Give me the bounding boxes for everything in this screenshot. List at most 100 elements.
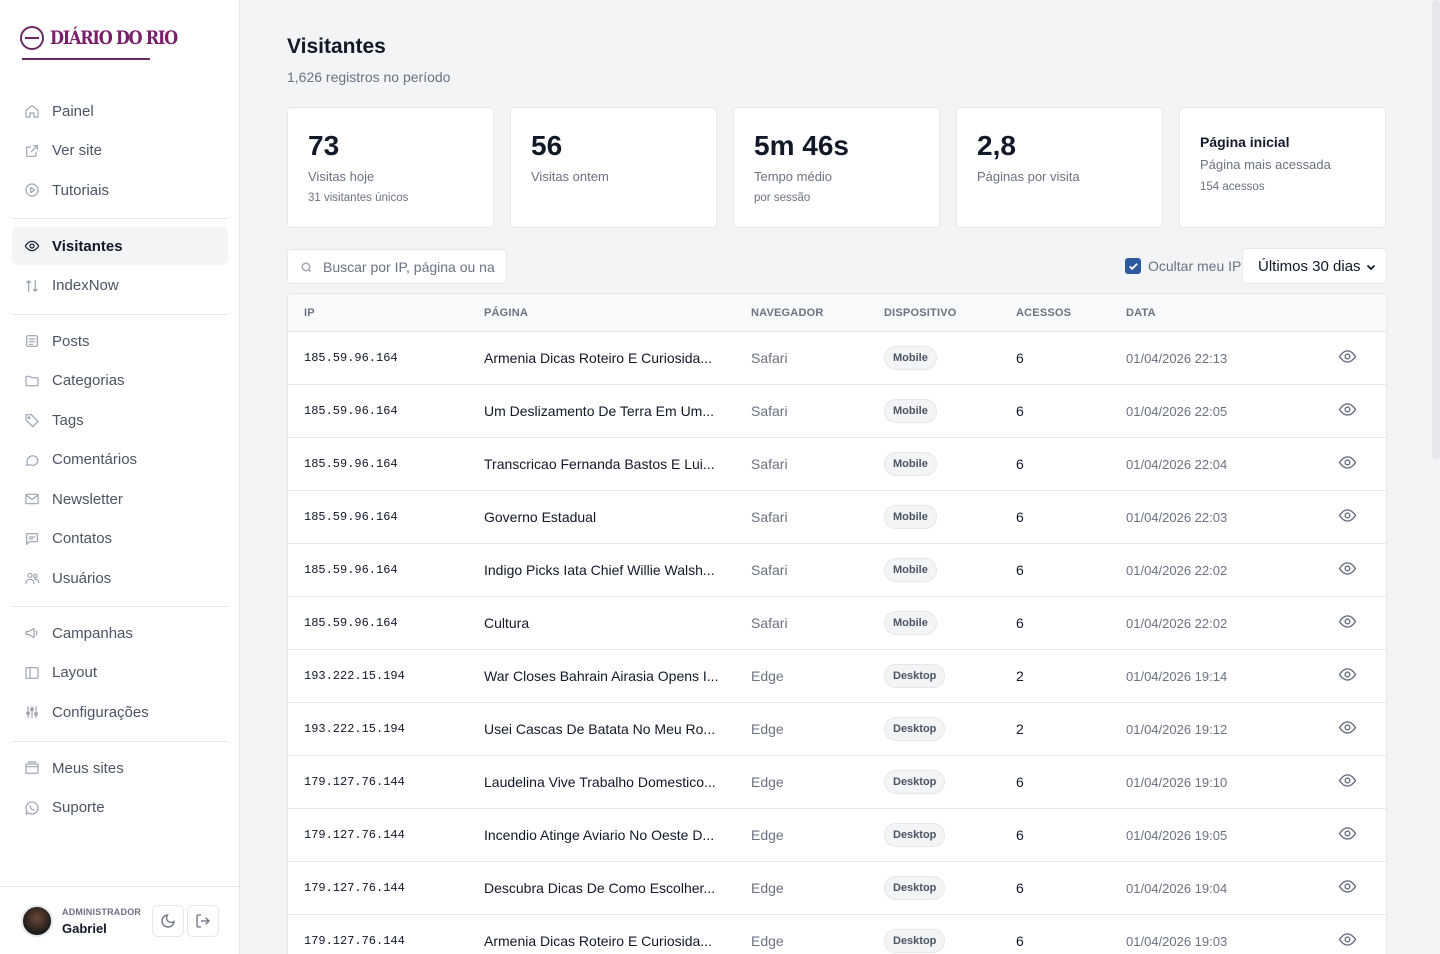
cell-accesses: 6 bbox=[1016, 456, 1024, 472]
cell-device: Desktop bbox=[884, 756, 946, 808]
sidebar-item-tutoriais[interactable]: Tutoriais bbox=[12, 171, 228, 209]
cell-device: Mobile bbox=[884, 491, 937, 543]
page-scrollbar[interactable] bbox=[1432, 0, 1440, 460]
table-row[interactable]: 193.222.15.194 War Closes Bahrain Airasia… bbox=[288, 650, 1386, 703]
cell-device: Mobile bbox=[884, 438, 937, 490]
sidebar-item-meus-sites[interactable]: Meus sites bbox=[12, 749, 228, 787]
view-details-button[interactable] bbox=[1338, 385, 1357, 437]
hide-ip-checkbox[interactable] bbox=[1125, 258, 1141, 274]
sidebar-item-usuarios[interactable]: Usuários bbox=[12, 559, 228, 597]
table-row[interactable]: 185.59.96.164 Armenia Dicas Roteiro E Cur… bbox=[288, 332, 1386, 385]
sidebar-item-layout[interactable]: Layout bbox=[12, 654, 228, 692]
eye-icon bbox=[1338, 718, 1357, 740]
cell-browser: Safari bbox=[751, 456, 788, 472]
cell-accesses: 6 bbox=[1016, 403, 1024, 419]
eye-icon bbox=[1338, 771, 1357, 793]
sidebar-item-tags[interactable]: Tags bbox=[12, 401, 228, 439]
megaphone-icon bbox=[24, 625, 40, 641]
globe-icon bbox=[20, 26, 44, 50]
device-badge: Mobile bbox=[884, 558, 937, 582]
avatar[interactable] bbox=[21, 905, 53, 937]
cell-browser: Safari bbox=[751, 562, 788, 578]
view-details-button[interactable] bbox=[1338, 756, 1357, 808]
search-input[interactable] bbox=[323, 257, 499, 277]
sidebar-item-label: Usuários bbox=[52, 569, 112, 587]
cell-accesses: 6 bbox=[1016, 827, 1024, 843]
sidebar-item-newsletter[interactable]: Newsletter bbox=[12, 480, 228, 518]
cell-date: 01/04/2026 19:04 bbox=[1126, 880, 1228, 896]
logout-icon bbox=[196, 914, 210, 928]
device-badge: Desktop bbox=[884, 823, 946, 847]
table-row[interactable]: 193.222.15.194 Usei Cascas De Batata No M… bbox=[288, 703, 1386, 756]
sidebar-item-suporte[interactable]: Suporte bbox=[12, 789, 228, 827]
sidebar-item-label: Painel bbox=[52, 102, 94, 120]
chat-icon bbox=[24, 531, 40, 547]
cell-accesses: 6 bbox=[1016, 880, 1024, 896]
eye-icon bbox=[1338, 506, 1357, 528]
sidebar-item-ver-site[interactable]: Ver site bbox=[12, 132, 228, 170]
sidebar-item-posts[interactable]: Posts bbox=[12, 322, 228, 360]
table-row[interactable]: 185.59.96.164 Transcricao Fernanda Bastos… bbox=[288, 438, 1386, 491]
table-row[interactable]: 179.127.76.144 Incendio Atinge Aviario No… bbox=[288, 809, 1386, 862]
sidebar-item-configuracoes[interactable]: Configurações bbox=[12, 693, 228, 731]
user-role: ADMINISTRADOR bbox=[62, 907, 142, 917]
date-range-select[interactable]: Últimos 30 dias bbox=[1242, 248, 1387, 284]
view-details-button[interactable] bbox=[1338, 491, 1357, 543]
logout-button[interactable] bbox=[187, 905, 219, 937]
dark-mode-button[interactable] bbox=[152, 905, 184, 937]
view-details-button[interactable] bbox=[1338, 650, 1357, 702]
cell-date: 01/04/2026 19:10 bbox=[1126, 774, 1228, 790]
user-panel: ADMINISTRADOR Gabriel bbox=[0, 886, 240, 954]
sidebar-item-label: Posts bbox=[52, 332, 90, 350]
brand-name: DIÁRIO DO RIO bbox=[50, 27, 178, 49]
view-details-button[interactable] bbox=[1338, 915, 1357, 954]
table-row[interactable]: 179.127.76.144 Armenia Dicas Roteiro E Cu… bbox=[288, 915, 1386, 954]
sidebar-item-painel[interactable]: Painel bbox=[12, 92, 228, 130]
nav-divider bbox=[12, 606, 228, 607]
table-header: IP PÁGINA NAVEGADOR DISPOSITIVO ACESSOS … bbox=[288, 294, 1386, 332]
nav-divider bbox=[12, 741, 228, 742]
col-header-browser: NAVEGADOR bbox=[751, 307, 824, 319]
sidebar-item-contatos[interactable]: Contatos bbox=[12, 520, 228, 558]
cell-accesses: 6 bbox=[1016, 933, 1024, 949]
sidebar-item-categorias[interactable]: Categorias bbox=[12, 362, 228, 400]
cell-date: 01/04/2026 22:13 bbox=[1126, 350, 1228, 366]
sidebar-item-visitantes[interactable]: Visitantes bbox=[12, 227, 228, 265]
cell-browser: Safari bbox=[751, 615, 788, 631]
stat-card-top-page: Página inicial Página mais acessada 154 … bbox=[1179, 107, 1386, 228]
cell-date: 01/04/2026 19:05 bbox=[1126, 827, 1228, 843]
sidebar-item-label: Tags bbox=[52, 411, 84, 429]
eye-icon bbox=[24, 238, 40, 254]
sliders-icon bbox=[24, 704, 40, 720]
view-details-button[interactable] bbox=[1338, 438, 1357, 490]
brand-logo[interactable]: DIÁRIO DO RIO bbox=[20, 26, 199, 50]
stat-value: 56 bbox=[531, 130, 563, 161]
table-row[interactable]: 185.59.96.164 Cultura Safari 6 01/04/2026 22… bbox=[288, 597, 1386, 650]
stat-label: Visitas ontem bbox=[531, 169, 609, 184]
sidebar-item-indexnow[interactable]: IndexNow bbox=[12, 267, 228, 305]
eye-icon bbox=[1338, 400, 1357, 422]
cell-page: Usei Cascas De Batata No Meu Ro... bbox=[484, 721, 716, 737]
cell-browser: Edge bbox=[751, 774, 784, 790]
sidebar-item-comentarios[interactable]: Comentários bbox=[12, 441, 228, 479]
stat-label: Tempo médio bbox=[754, 169, 833, 184]
cell-date: 01/04/2026 22:02 bbox=[1126, 615, 1228, 631]
table-row[interactable]: 185.59.96.164 Governo Estadual Safari 6 01/0… bbox=[288, 491, 1386, 544]
sidebar-item-campanhas[interactable]: Campanhas bbox=[12, 614, 228, 652]
cell-ip: 185.59.96.164 bbox=[304, 510, 398, 524]
cell-page: Armenia Dicas Roteiro E Curiosida... bbox=[484, 350, 712, 366]
table-row[interactable]: 179.127.76.144 Descubra Dicas De Como Esc… bbox=[288, 862, 1386, 915]
view-details-button[interactable] bbox=[1338, 703, 1357, 755]
view-details-button[interactable] bbox=[1338, 862, 1357, 914]
eye-icon bbox=[1338, 347, 1357, 369]
table-row[interactable]: 179.127.76.144 Laudelina Vive Trabalho Do… bbox=[288, 756, 1386, 809]
view-details-button[interactable] bbox=[1338, 597, 1357, 649]
view-details-button[interactable] bbox=[1338, 544, 1357, 596]
sidebar-item-label: Categorias bbox=[52, 372, 125, 389]
table-row[interactable]: 185.59.96.164 Indigo Picks Iata Chief Wil… bbox=[288, 544, 1386, 597]
table-row[interactable]: 185.59.96.164 Um Deslizamento De Terra Em… bbox=[288, 385, 1386, 438]
col-header-ip: IP bbox=[304, 307, 315, 319]
hide-ip-toggle[interactable]: Ocultar meu IP bbox=[1125, 258, 1241, 274]
view-details-button[interactable] bbox=[1338, 332, 1357, 384]
view-details-button[interactable] bbox=[1338, 809, 1357, 861]
